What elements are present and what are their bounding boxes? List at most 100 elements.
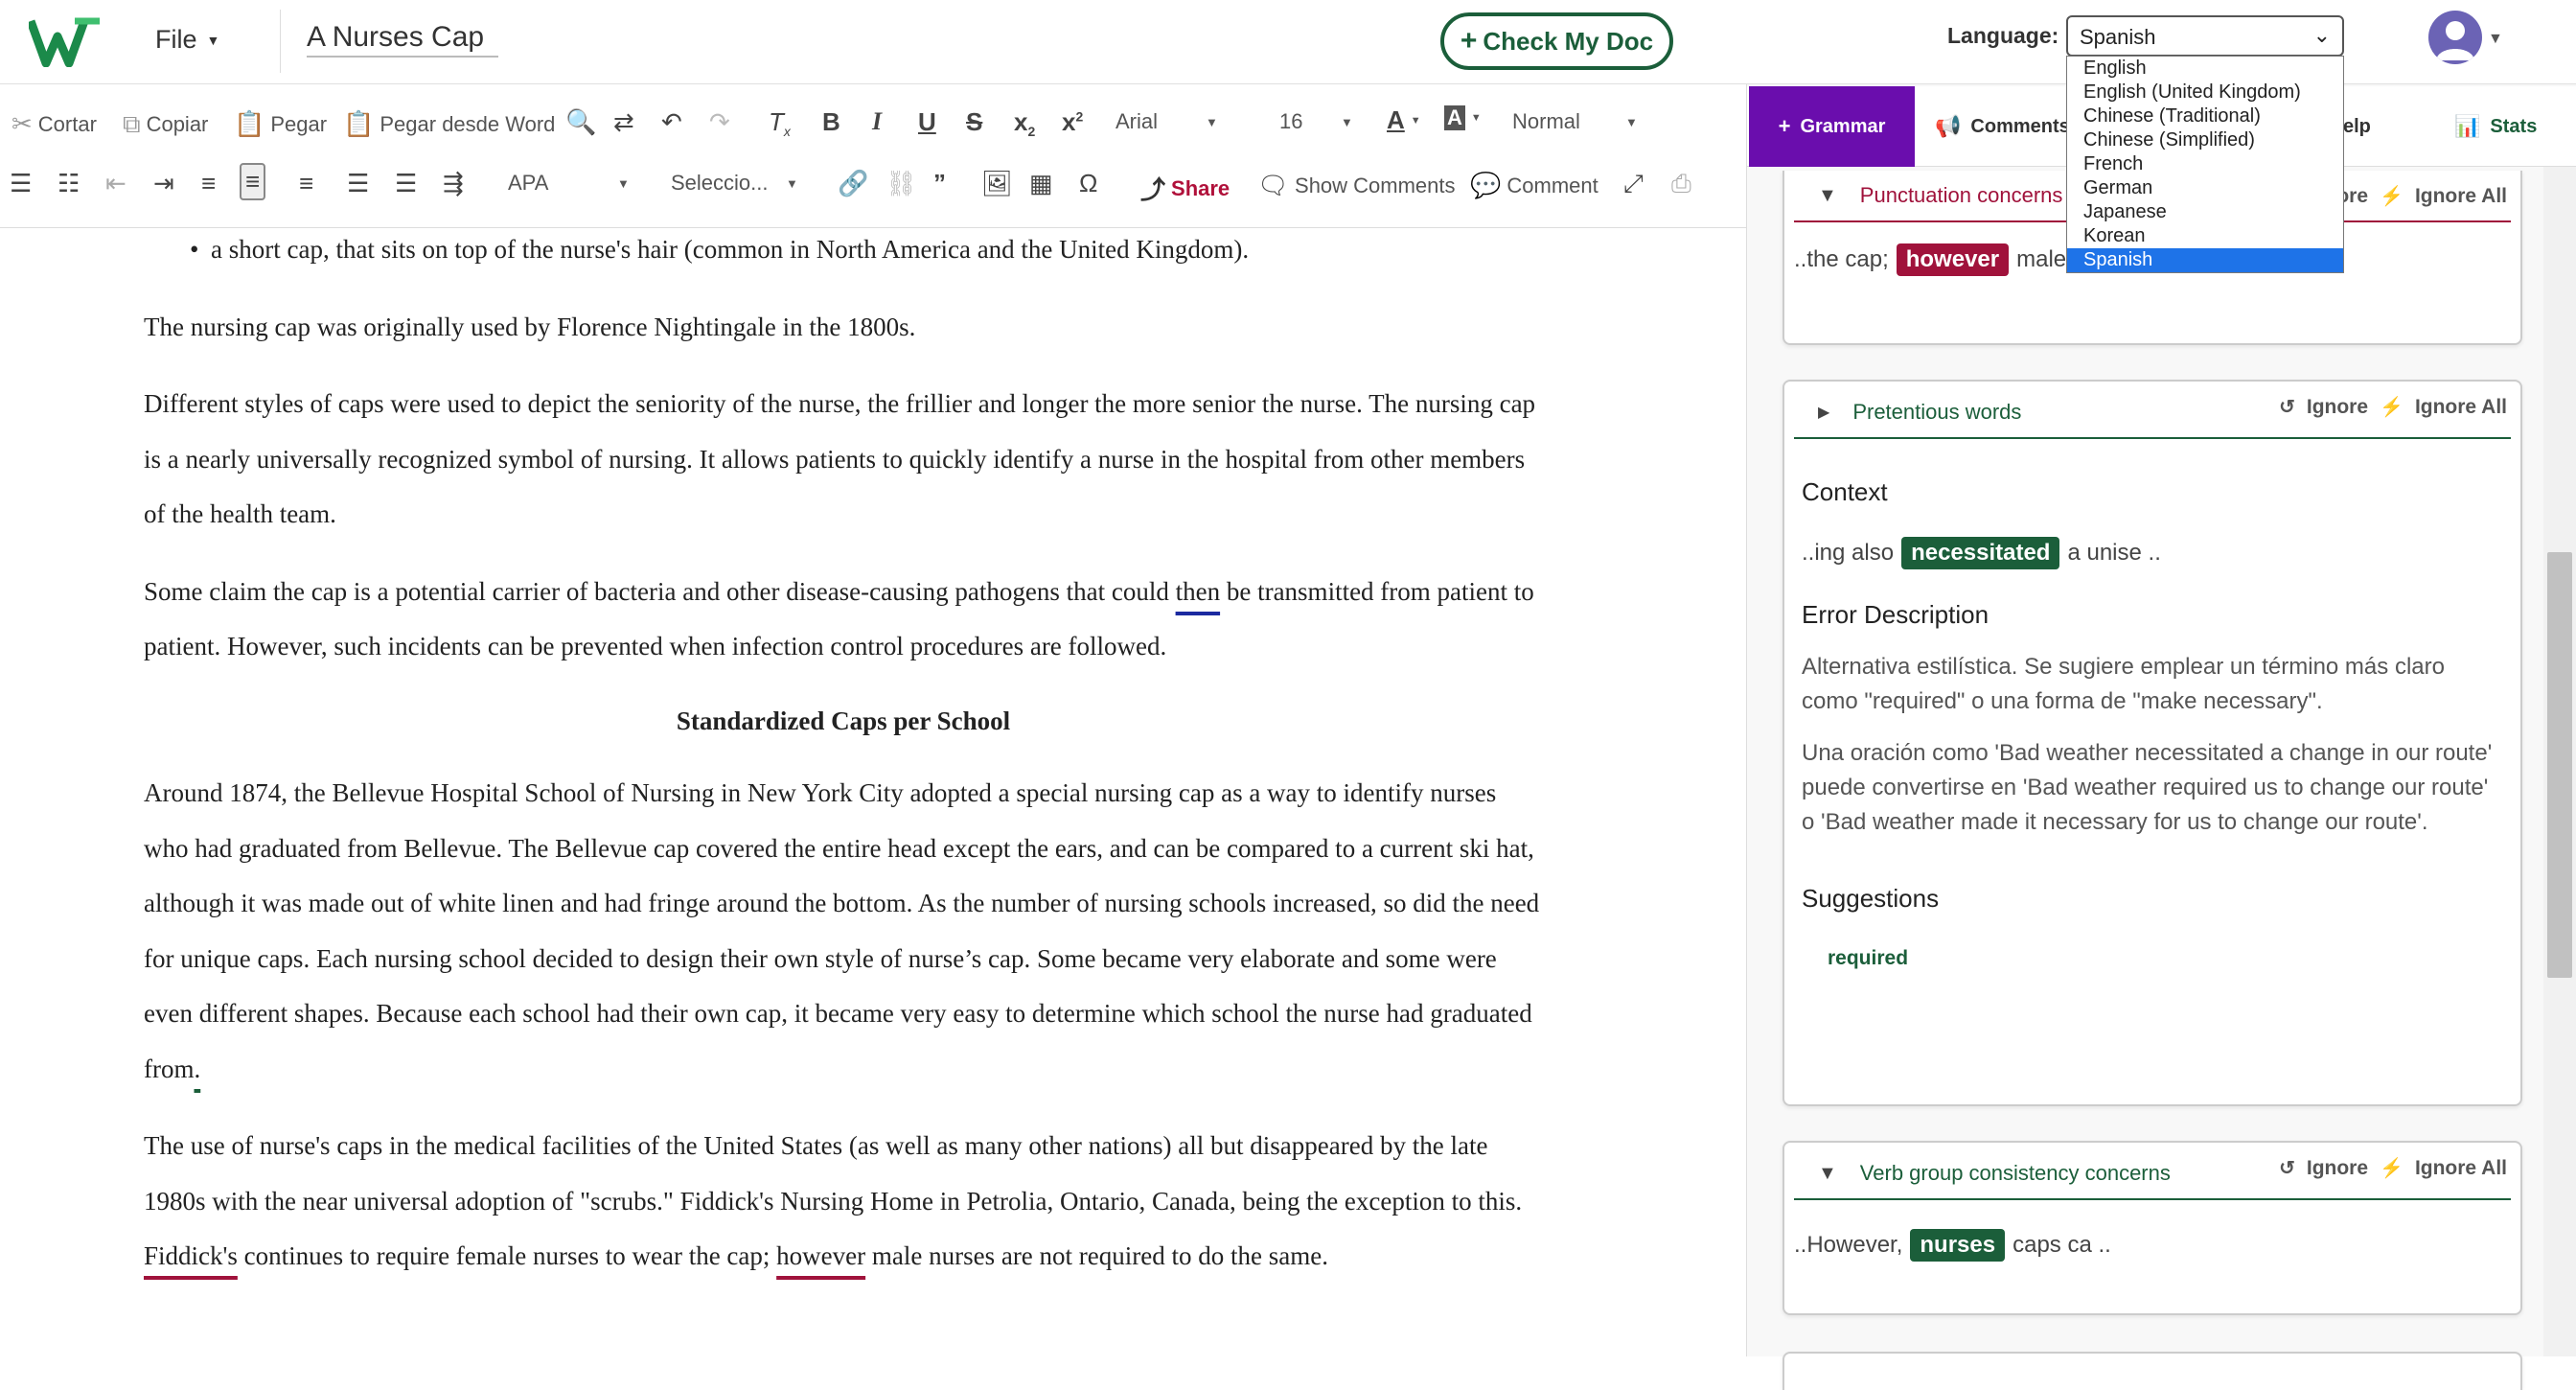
copy-button[interactable]: ⧉ Copiar: [123, 109, 208, 140]
bullet-list-button[interactable]: ☷: [58, 169, 80, 198]
language-option[interactable]: German: [2067, 176, 2343, 200]
comment-icon: 💬: [1470, 171, 1502, 199]
replace-button[interactable]: ⇄: [613, 107, 634, 137]
scrollbar-thumb[interactable]: [2547, 552, 2572, 978]
suggestion-item[interactable]: required: [1828, 947, 1908, 970]
unlink-button[interactable]: ⛓: [886, 169, 917, 198]
source-select[interactable]: Seleccio... ▼: [671, 171, 805, 196]
image-button[interactable]: 🖼: [981, 169, 1013, 198]
doc-title[interactable]: A Nurses Cap: [307, 21, 498, 58]
italic-button[interactable]: I: [872, 107, 882, 136]
ignore-button[interactable]: Ignore: [2307, 396, 2368, 419]
special-char-button[interactable]: Ω: [1079, 169, 1097, 198]
justify-button[interactable]: ☰: [347, 169, 369, 198]
redo-button[interactable]: ↷: [709, 107, 730, 137]
language-select[interactable]: Spanish ⌄: [2066, 15, 2344, 57]
unlink-icon: ⛓: [886, 169, 918, 197]
caret-down-icon: ▼: [1470, 112, 1482, 124]
error-description-text: Alternativa estilística. Se sugiere empl…: [1802, 654, 2445, 714]
language-option[interactable]: Japanese: [2067, 200, 2343, 224]
strikethrough-button[interactable]: S: [966, 107, 982, 137]
language-option[interactable]: Spanish: [2067, 248, 2343, 272]
undo-button[interactable]: ↶: [661, 107, 682, 137]
subscript-button[interactable]: x2: [1014, 107, 1035, 139]
card-header[interactable]: ▼ Verb group consistency concerns ↺ Ignor…: [1794, 1148, 2511, 1200]
print-icon: ⎙: [1671, 169, 1691, 197]
document-content[interactable]: a short cap, that sits on top of the nur…: [144, 228, 1543, 1307]
redo-icon: ↷: [709, 107, 730, 136]
fullscreen-button[interactable]: ⤢: [1623, 169, 1644, 199]
sidebar-scrollbar[interactable]: [2543, 167, 2576, 1356]
flagged-word[interactable]: however: [776, 1241, 865, 1270]
caret-down-icon: ▼: [786, 175, 798, 191]
language-option[interactable]: English: [2067, 57, 2343, 81]
table-button[interactable]: ▦: [1029, 169, 1053, 198]
quote-button[interactable]: ”: [933, 169, 946, 198]
language-label: Language:: [1947, 23, 2059, 48]
flagged-word[interactable]: Fiddick's: [144, 1241, 238, 1270]
text-run: continues to require female nurses to we…: [237, 1241, 777, 1270]
citation-style-select[interactable]: APA ▼: [508, 171, 642, 196]
language-option[interactable]: Chinese (Simplified): [2067, 128, 2343, 152]
comment-button[interactable]: 💬 Comment: [1470, 171, 1598, 200]
language-option[interactable]: Chinese (Traditional): [2067, 104, 2343, 128]
avatar[interactable]: [2428, 11, 2482, 64]
underline-button[interactable]: U: [918, 107, 936, 137]
ignore-controls: ore ⚡ Ignore All: [2336, 184, 2507, 208]
image-icon: 🖼: [981, 169, 1014, 197]
ignore-all-button[interactable]: Ignore All: [2415, 185, 2507, 208]
flagged-word[interactable]: then: [1176, 577, 1221, 606]
line-spacing-button[interactable]: ☰: [395, 169, 417, 198]
search-button[interactable]: 🔍: [565, 107, 596, 137]
paragraph-style-select[interactable]: Normal ▼: [1512, 109, 1646, 134]
tab-comments[interactable]: 📢 Comments: [1935, 86, 2070, 167]
context-word[interactable]: however: [1896, 243, 2010, 276]
font-color-button[interactable]: A ▼: [1387, 105, 1421, 135]
align-right-button[interactable]: ≡: [299, 169, 313, 198]
indent-button[interactable]: ⇥: [153, 169, 174, 198]
language-option[interactable]: French: [2067, 152, 2343, 176]
context-word[interactable]: nurses: [1910, 1229, 2006, 1262]
paste-word-button[interactable]: 📋 Pegar desde Word: [343, 109, 555, 139]
link-button[interactable]: 🔗: [838, 169, 868, 198]
font-select[interactable]: Arial ▼: [1116, 109, 1240, 134]
ignore-all-button[interactable]: Ignore All: [2415, 1157, 2507, 1180]
clear-format-button[interactable]: Tx: [769, 107, 791, 139]
file-menu[interactable]: File ▼: [155, 25, 219, 55]
hanging-indent-button[interactable]: ⇶: [443, 169, 464, 198]
card-header[interactable]: ▶ Pretentious words ↺ Ignore ⚡ Ignore All: [1794, 387, 2511, 439]
collapse-triangle-icon[interactable]: ▼: [1818, 1163, 1837, 1185]
caret-down-icon[interactable]: ▼: [2488, 31, 2503, 48]
tab-grammar[interactable]: + Grammar: [1749, 86, 1915, 167]
expand-triangle-icon[interactable]: ▶: [1818, 403, 1829, 422]
bold-button[interactable]: B: [822, 107, 840, 137]
ignore-all-button[interactable]: Ignore All: [2415, 396, 2507, 419]
cut-button[interactable]: ✂ Cortar: [12, 109, 97, 139]
flagged-punctuation[interactable]: .: [194, 1054, 200, 1083]
omega-icon: Ω: [1079, 169, 1098, 197]
outdent-button[interactable]: ⇤: [105, 169, 126, 198]
tab-help[interactable]: elp: [2343, 86, 2371, 167]
superscript-button[interactable]: x2: [1062, 107, 1083, 137]
logo-icon[interactable]: [29, 17, 102, 67]
language-option[interactable]: Korean: [2067, 224, 2343, 248]
section-heading: Standardized Caps per School: [676, 706, 1011, 735]
tab-stats[interactable]: 📊 Stats: [2454, 86, 2537, 167]
align-center-button[interactable]: ≡: [240, 163, 266, 200]
print-button[interactable]: ⎙: [1671, 169, 1691, 199]
align-left-button[interactable]: ≡: [201, 169, 216, 198]
numbered-list-button[interactable]: ☰: [10, 169, 32, 198]
collapse-triangle-icon[interactable]: ▼: [1818, 185, 1837, 207]
share-button[interactable]: ⤴ Share: [1140, 171, 1230, 206]
font-size-select[interactable]: 16 ▼: [1279, 109, 1366, 134]
replace-icon: ⇄: [613, 107, 634, 136]
language-option[interactable]: English (United Kingdom): [2067, 81, 2343, 104]
ignore-button[interactable]: Ignore: [2307, 1157, 2368, 1180]
show-comments-button[interactable]: 🗨 Show Comments: [1257, 171, 1456, 200]
indent-icon: ⇥: [153, 169, 174, 197]
highlight-button[interactable]: A ▼: [1444, 105, 1482, 130]
document-editor[interactable]: a short cap, that sits on top of the nur…: [0, 228, 1746, 1356]
paste-button[interactable]: 📋 Pegar: [234, 109, 327, 139]
check-my-doc-button[interactable]: + Check My Doc: [1440, 12, 1673, 70]
context-word[interactable]: necessitated: [1901, 537, 2060, 569]
